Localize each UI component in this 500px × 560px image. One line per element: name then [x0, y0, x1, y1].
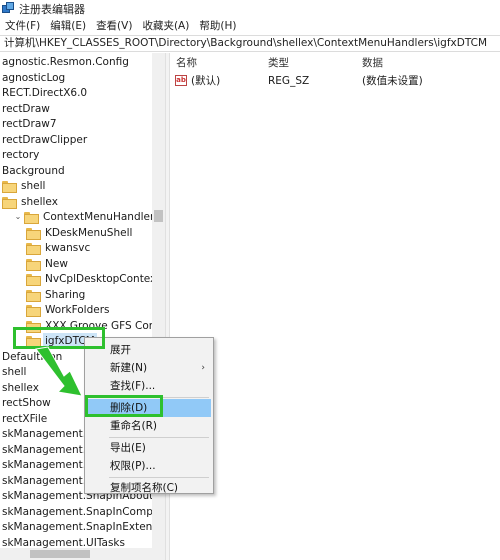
tree-item[interactable]: WorkFolders	[26, 302, 112, 318]
tree-item[interactable]: rectShow	[0, 395, 53, 411]
tree-item-label: shellex	[21, 195, 58, 208]
tree-item[interactable]: agnosticLog	[0, 70, 67, 86]
tree-item[interactable]: NvCplDesktopContext	[26, 271, 162, 287]
tree-item-label: New	[45, 257, 68, 270]
tree-item[interactable]: shellex	[0, 380, 41, 396]
tree-item-label: RECT.DirectX6.0	[2, 87, 88, 99]
tree-item[interactable]: ⌄ ContextMenuHandlers	[14, 209, 162, 225]
tree-item[interactable]: rectDrawClipper	[0, 132, 89, 148]
title-bar: 注册表编辑器	[0, 0, 500, 17]
tree-item-label: rectShow	[2, 397, 51, 409]
menu-item-expand[interactable]: 展开	[87, 341, 211, 359]
tree-item-label: NvCplDesktopContext	[45, 273, 161, 285]
tree-item-label: Sharing	[45, 288, 86, 301]
tree-item[interactable]: Sharing	[26, 287, 87, 303]
menu-separator	[109, 477, 209, 478]
window-title: 注册表编辑器	[19, 2, 85, 16]
tree-item-label: shell	[21, 180, 46, 192]
tree-scroll-thumb[interactable]	[154, 210, 163, 222]
tree-item-label: shell	[2, 366, 27, 378]
tree-item[interactable]: rectXFile	[0, 411, 49, 427]
menu-item-find[interactable]: 查找(F)...	[87, 377, 211, 395]
tree-item-label: skManagement.SnapInComponen	[2, 505, 165, 518]
tree-item[interactable]: rectDraw7	[0, 116, 59, 132]
tree-item-label: agnosticLog	[2, 71, 66, 84]
tree-item-label: ContextMenuHandlers	[43, 211, 160, 223]
tree-item[interactable]: New	[26, 256, 70, 272]
tree-item-label: agnostic.Resmon.Config	[2, 56, 129, 68]
folder-icon	[26, 258, 41, 271]
tree-item-label: Background	[2, 164, 65, 177]
menu-item-export[interactable]: 导出(E)	[87, 439, 211, 457]
menu-file[interactable]: 文件(F)	[0, 18, 45, 33]
menu-bar: 文件(F) 编辑(E) 查看(V) 收藏夹(A) 帮助(H)	[0, 17, 500, 34]
folder-icon	[26, 243, 41, 255]
menu-item-permissions[interactable]: 权限(P)...	[87, 457, 211, 475]
column-header-name[interactable]: 名称	[176, 55, 197, 70]
menu-help[interactable]: 帮助(H)	[194, 18, 241, 33]
annotation-box-igfxdtcm	[13, 327, 105, 349]
tree-item[interactable]: shell	[0, 364, 28, 380]
tree-item-label: DefaultIcon	[2, 350, 63, 363]
column-header-data[interactable]: 数据	[362, 55, 383, 70]
menu-favorites[interactable]: 收藏夹(A)	[137, 18, 194, 33]
folder-icon	[2, 196, 17, 209]
tree-item-label: WorkFolders	[45, 304, 110, 316]
folder-icon	[26, 274, 41, 286]
menu-item-copy-key-name[interactable]: 复制项名称(C)	[87, 479, 211, 497]
value-row-default[interactable]: ab (默认) REG_SZ (数值未设置)	[170, 73, 500, 89]
address-bar[interactable]: 计算机\HKEY_CLASSES_ROOT\Directory\Backgrou…	[0, 35, 500, 52]
tree-item[interactable]: KDeskMenuShell	[26, 225, 134, 241]
tree-item[interactable]: skManagement.SnapInExtension	[0, 519, 165, 535]
regedit-app-icon	[2, 2, 15, 15]
tree-item[interactable]: kwansvc	[26, 240, 92, 256]
tree-item[interactable]: rectDraw	[0, 101, 52, 117]
tree-item-label: rectory	[2, 149, 40, 161]
folder-icon	[26, 289, 41, 302]
folder-icon	[26, 305, 41, 317]
value-type: REG_SZ	[268, 75, 310, 87]
submenu-arrow-icon: ›	[201, 363, 205, 373]
tree-item[interactable]: rectory	[0, 147, 41, 163]
tree-item-label: rectDrawClipper	[2, 133, 88, 146]
menu-item-new[interactable]: 新建(N) ›	[87, 359, 211, 377]
tree-item-label: rectDraw	[2, 102, 50, 115]
menu-separator	[109, 437, 209, 438]
folder-icon	[24, 212, 39, 224]
tree-item[interactable]: agnostic.Resmon.Config	[0, 54, 131, 70]
value-name: (默认)	[191, 75, 221, 87]
tree-item[interactable]: RECT.DirectX6.0	[0, 85, 89, 101]
tree-item-label: KDeskMenuShell	[45, 226, 133, 239]
annotation-box-delete	[85, 395, 163, 417]
tree-item[interactable]: Background	[0, 163, 67, 179]
values-pane: 名称 类型 数据 ab (默认) REG_SZ (数值未设置)	[170, 53, 500, 560]
tree-item-label: shellex	[2, 381, 39, 394]
tree-item[interactable]: shell	[2, 178, 47, 194]
value-data: (数值未设置)	[362, 75, 423, 87]
tree-item-label: skManagement.SnapInExtension	[2, 521, 165, 533]
folder-icon	[26, 227, 41, 240]
menu-item-rename[interactable]: 重命名(R)	[87, 417, 211, 435]
tree-item[interactable]: DefaultIcon	[0, 349, 64, 365]
tree-item[interactable]: skManagement.SnapInComponen	[0, 504, 165, 520]
tree-hscroll-thumb[interactable]	[30, 550, 90, 558]
string-value-icon: ab	[175, 75, 187, 86]
tree-item-label: kwansvc	[45, 242, 91, 254]
menu-view[interactable]: 查看(V)	[91, 18, 137, 33]
chevron-down-icon[interactable]: ⌄	[14, 209, 22, 225]
tree-horizontal-scrollbar[interactable]	[0, 548, 165, 560]
tree-item-label: rectDraw7	[2, 118, 57, 130]
tree-item[interactable]: shellex	[2, 194, 60, 210]
tree-item-label: rectXFile	[2, 412, 48, 425]
menu-edit[interactable]: 编辑(E)	[45, 18, 91, 33]
folder-icon	[2, 181, 17, 193]
column-header-type[interactable]: 类型	[268, 55, 289, 70]
